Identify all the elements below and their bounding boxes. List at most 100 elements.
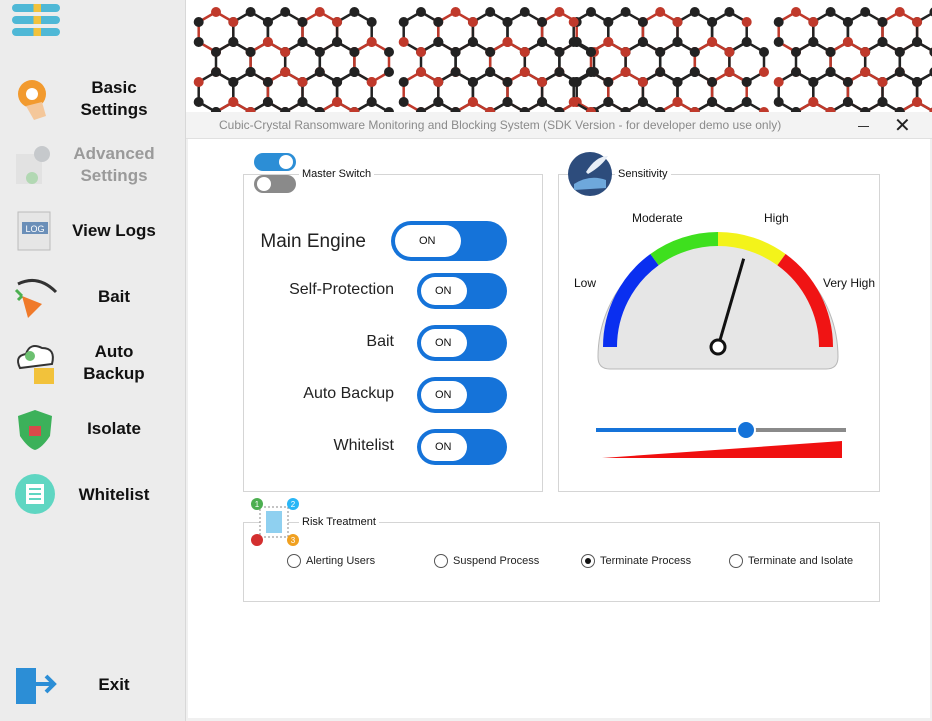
radio-circle[interactable] xyxy=(729,554,743,568)
molecule-atom xyxy=(297,37,308,47)
molecule-atom xyxy=(912,37,923,47)
molecule-atom xyxy=(707,37,718,47)
sidebar-item-isolate[interactable]: Isolate xyxy=(0,396,185,462)
sidebar-item-advanced-settings[interactable]: Advanced Settings xyxy=(0,132,185,198)
molecule-atom xyxy=(672,37,683,47)
molecule-atom xyxy=(398,97,409,107)
molecule-atom xyxy=(366,37,377,47)
molecule-atom xyxy=(741,17,752,27)
sidebar-item-auto-backup[interactable]: Auto Backup xyxy=(0,330,185,396)
molecule-atom xyxy=(842,97,853,107)
toggle-knob: ON xyxy=(421,381,467,409)
molecule-atom xyxy=(842,37,853,47)
molecule-atom xyxy=(193,17,204,27)
exit-button[interactable]: Exit xyxy=(0,652,185,718)
molecule-atom xyxy=(773,37,784,47)
molecule-atom xyxy=(502,17,513,27)
molecule-atom xyxy=(211,7,221,17)
window-titlebar: Cubic-Crystal Ransomware Monitoring and … xyxy=(186,112,932,139)
molecule-atom xyxy=(724,47,735,57)
molecule-atom xyxy=(620,47,631,57)
molecule-atom xyxy=(416,47,426,57)
molecule-atom xyxy=(485,7,496,17)
radio-circle[interactable] xyxy=(434,554,448,568)
molecule-atom xyxy=(568,17,579,27)
menu-icon[interactable] xyxy=(12,4,60,40)
molecule-atom xyxy=(773,77,784,87)
molecule-atom xyxy=(193,77,204,87)
molecule-atom xyxy=(519,47,530,57)
radio-terminate-process[interactable]: Terminate Process xyxy=(581,554,691,568)
self-protection-label: Self-Protection xyxy=(289,281,394,298)
risk-treatment-title: Risk Treatment xyxy=(299,516,379,528)
molecule-atom xyxy=(416,67,426,77)
radio-label: Alerting Users xyxy=(306,555,376,567)
molecule-atom xyxy=(637,17,648,27)
molecule-atom xyxy=(332,17,343,27)
molecule-atom xyxy=(637,37,648,47)
molecule-atom xyxy=(842,17,853,27)
minimize-button[interactable] xyxy=(854,112,874,138)
molecule-atom xyxy=(603,17,614,27)
molecule-atom xyxy=(894,7,905,17)
close-button[interactable]: ✕ xyxy=(894,113,911,138)
radio-label: Suspend Process xyxy=(453,555,540,567)
molecule-atom xyxy=(450,67,461,77)
molecule-atom xyxy=(808,77,819,87)
radio-circle[interactable] xyxy=(581,554,595,568)
badge-number: 2 xyxy=(291,500,296,509)
molecule-atom xyxy=(877,17,888,27)
radio-circle[interactable] xyxy=(287,554,301,568)
exit-label: Exit xyxy=(98,675,130,694)
sidebar-item-view-logs[interactable]: LOG View Logs xyxy=(0,198,185,264)
radio-alerting-users[interactable]: Alerting Users xyxy=(287,554,375,568)
radio-suspend-process[interactable]: Suspend Process xyxy=(434,554,539,568)
molecule-atom xyxy=(672,17,683,27)
molecule-atom xyxy=(655,47,666,57)
molecule-atom xyxy=(860,47,871,57)
molecule-atom xyxy=(724,7,735,17)
sidebar-item-label: View Logs xyxy=(72,221,156,240)
molecule-atom xyxy=(586,7,596,17)
self-protection-toggle[interactable]: ON xyxy=(417,273,507,309)
sensitivity-ramp xyxy=(602,441,842,458)
gauge-label-high: High xyxy=(764,211,789,225)
bait-toggle[interactable]: ON xyxy=(417,325,507,361)
molecule-atom xyxy=(707,17,718,27)
checklist-icon xyxy=(15,474,55,514)
radio-terminate-and-isolate[interactable]: Terminate and Isolate xyxy=(729,554,853,568)
carrot-icon xyxy=(14,278,58,318)
molecule-atom xyxy=(262,77,273,87)
sidebar-item-whitelist[interactable]: Whitelist xyxy=(0,462,185,528)
molecule-atom xyxy=(791,7,801,17)
molecule-atom xyxy=(485,67,496,77)
molecule-atom xyxy=(791,47,801,57)
sidebar-item-bait[interactable]: Bait xyxy=(0,264,185,330)
basic-settings-panel: Master Switch Main Engine ON Self-Protec… xyxy=(188,139,930,718)
sidebar-item-label: Auto Backup xyxy=(83,342,145,383)
main-engine-toggle[interactable]: ON xyxy=(391,221,507,261)
molecule-atom xyxy=(297,77,308,87)
bait-label: Bait xyxy=(366,333,394,350)
molecule-atom xyxy=(502,77,513,87)
molecule-atom xyxy=(860,7,871,17)
molecule-atom xyxy=(297,17,308,27)
main-engine-label: Main Engine xyxy=(260,231,366,252)
molecule-atom xyxy=(877,37,888,47)
molecule-atom xyxy=(707,97,718,107)
sidebar-item-label: Whitelist xyxy=(78,485,150,504)
auto-backup-toggle[interactable]: ON xyxy=(417,377,507,413)
molecule-atom xyxy=(245,47,256,57)
whitelist-toggle[interactable]: ON xyxy=(417,429,507,465)
molecule-atom xyxy=(433,77,444,87)
sensitivity-slider[interactable] xyxy=(592,417,850,461)
sidebar-item-basic-settings[interactable]: Basic Settings xyxy=(0,66,185,132)
molecule-atom xyxy=(620,67,631,77)
molecule-atom xyxy=(655,67,666,77)
toggle-knob: ON xyxy=(421,433,467,461)
molecule-atom xyxy=(912,77,923,87)
sidebar-item-label: Advanced Settings xyxy=(73,144,155,185)
molecule-atom xyxy=(332,97,343,107)
molecule-atom xyxy=(297,97,308,107)
molecule-atom xyxy=(314,7,325,17)
